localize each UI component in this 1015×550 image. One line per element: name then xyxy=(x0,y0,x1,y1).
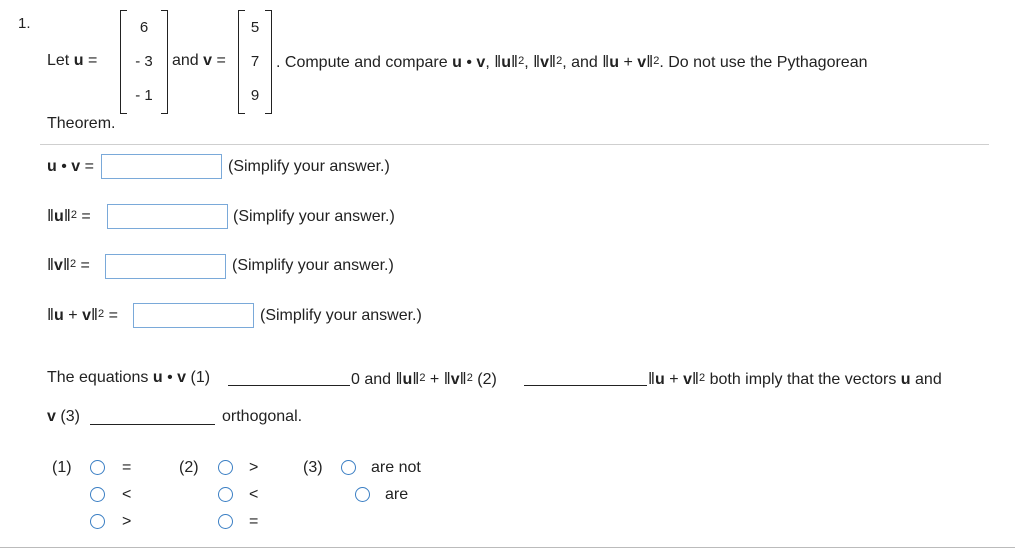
choice-2-option-greater[interactable] xyxy=(218,460,233,475)
blank-2-dropdown[interactable] xyxy=(524,385,647,386)
vector-u-entry: 6 xyxy=(139,19,149,36)
statement-text-c: ‖u + v‖2 both imply that the vectors u a… xyxy=(648,369,942,388)
choice-1-option-greater[interactable] xyxy=(90,514,105,529)
v-norm-answer-input[interactable] xyxy=(105,254,226,279)
blank-3-dropdown[interactable] xyxy=(90,424,215,425)
choice-2-option-less[interactable] xyxy=(218,487,233,502)
choice-1-option-label: > xyxy=(122,513,132,530)
statement-text-a: The equations u • v (1) xyxy=(47,369,211,386)
prompt-let: Let u = xyxy=(47,52,98,69)
choice-1-option-less[interactable] xyxy=(90,487,105,502)
u-norm-label: ‖u‖2 = xyxy=(47,206,91,225)
u-norm-answer-input[interactable] xyxy=(107,204,228,229)
choice-2-option-label: > xyxy=(249,459,259,476)
divider xyxy=(40,144,989,145)
problem-number: 1. xyxy=(18,15,31,32)
choice-1-option-label: < xyxy=(122,486,132,503)
v-norm-label: ‖v‖2 = xyxy=(47,255,90,274)
statement-text-b: 0 and ‖u‖2 + ‖v‖2 (2) xyxy=(351,369,497,388)
choice-3-option-are[interactable] xyxy=(355,487,370,502)
prompt-line2: Theorem. xyxy=(47,115,116,132)
vector-v-entry: 5 xyxy=(250,19,260,36)
choice-group-1-label: (1) xyxy=(52,459,72,476)
vector-u-matrix: 6 - 3 - 1 xyxy=(120,10,168,114)
uv-sum-norm-label: ‖u + v‖2 = xyxy=(47,305,118,324)
choice-2-option-equal[interactable] xyxy=(218,514,233,529)
vector-v-entry: 9 xyxy=(250,87,260,104)
uv-sum-norm-answer-input[interactable] xyxy=(133,303,254,328)
choice-group-3-label: (3) xyxy=(303,459,323,476)
choice-3-option-label: are xyxy=(385,486,409,503)
statement-orthogonal: orthogonal. xyxy=(222,408,303,425)
u-norm-hint: (Simplify your answer.) xyxy=(233,208,395,225)
statement-text-d: v (3) xyxy=(47,408,80,425)
choice-3-option-label: are not xyxy=(371,459,421,476)
vector-u-entry: - 1 xyxy=(135,87,153,104)
uv-hint: (Simplify your answer.) xyxy=(228,158,390,175)
choice-2-option-label: < xyxy=(249,486,259,503)
uv-sum-norm-hint: (Simplify your answer.) xyxy=(260,307,422,324)
choice-group-2-label: (2) xyxy=(179,459,199,476)
choice-3-option-are-not[interactable] xyxy=(341,460,356,475)
v-norm-hint: (Simplify your answer.) xyxy=(232,257,394,274)
choice-1-option-equal[interactable] xyxy=(90,460,105,475)
uv-answer-input[interactable] xyxy=(101,154,222,179)
vector-u-entry: - 3 xyxy=(135,53,153,70)
prompt-and-v: and v = xyxy=(172,52,226,69)
prompt-compute-text: . Compute and compare u • v, ‖u‖2, ‖v‖2,… xyxy=(276,52,868,71)
uv-label: u • v = xyxy=(47,158,94,175)
vector-v-entry: 7 xyxy=(250,53,260,70)
blank-1-dropdown[interactable] xyxy=(228,385,350,386)
choice-1-option-label: = xyxy=(122,459,132,476)
vector-v-matrix: 5 7 9 xyxy=(238,10,272,114)
bottom-divider xyxy=(0,547,1015,548)
choice-2-option-label: = xyxy=(249,513,259,530)
